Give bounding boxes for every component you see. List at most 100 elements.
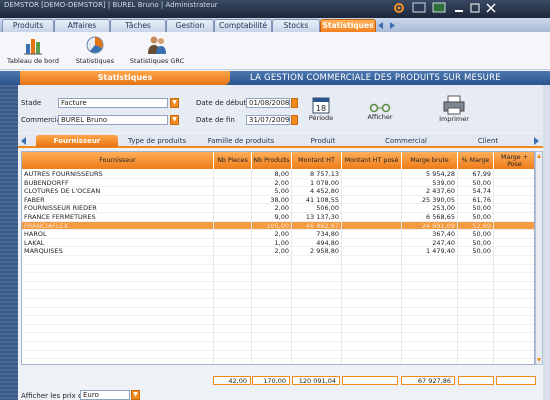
screen-icon[interactable] [412,2,426,14]
maximize-icon[interactable] [468,2,482,14]
table-cell [494,213,534,222]
monitor-icon[interactable] [432,2,446,14]
table-cell-empty [494,308,534,317]
table-cell [342,178,402,188]
table-cell-empty [458,273,494,282]
stade-dropdown-icon[interactable]: ▼ [170,98,179,108]
tab-type-produits[interactable]: Type de produits [122,135,192,147]
tab-client[interactable]: Client [456,135,520,147]
col-pct-marge[interactable]: % Marge [458,152,494,169]
tab-scroll-right-icon[interactable] [388,21,397,30]
table-row[interactable]: FRANCIAFLEX 105,00 46 862,87 24 691,09 52,69 [22,221,534,231]
table-cell-empty [342,299,402,308]
table-row[interactable]: HAROL 2,00 734,80 367,40 50,00 [22,230,534,239]
total-montant-ht-pose [342,376,398,385]
table-cell-empty [494,290,534,299]
tab-affaires[interactable]: Affaires [54,19,110,33]
tab-gestion[interactable]: Gestion [166,19,214,33]
currency-dropdown-icon[interactable]: ▼ [131,390,140,400]
col-nb-pieces[interactable]: Nb Pieces [214,152,252,169]
table-row-empty [22,273,534,282]
col-montant-ht[interactable]: Montant HT [292,152,342,169]
print-button[interactable]: Imprimer [436,95,472,128]
tab-produits[interactable]: Produits [2,19,54,33]
tab-famille-produits[interactable]: Famille de produits [196,135,286,147]
table-cell [214,221,252,231]
currency-select[interactable]: Euro [80,390,130,400]
table-row-empty [22,264,534,274]
tab-stocks[interactable]: Stocks [272,19,320,33]
table-cell-empty [494,351,534,360]
table-cell-empty [214,342,252,351]
table-cell: FABER [22,195,214,205]
table-cell-empty [252,342,292,351]
table-row[interactable]: BUBENDORFF 2,00 1 078,00 539,00 50,00 [22,178,534,188]
table-row-empty [22,281,534,291]
col-montant-ht-pose[interactable]: Montant HT posé [342,152,402,169]
table-row[interactable]: FOURNISSEUR RIEDER 2,00 506,00 253,00 50,00 [22,204,534,213]
table-cell-empty [458,333,494,342]
table-cell-empty [402,350,458,360]
subtab-scroll-right-icon[interactable] [532,137,540,145]
table-cell-empty [214,307,252,317]
col-marge-pose[interactable]: Marge + Pose [494,152,534,169]
table-cell-empty [252,359,292,364]
table-scrollbar[interactable] [535,151,543,365]
stade-select[interactable]: Facture [58,98,168,108]
tab-commercial[interactable]: Commercial [360,135,452,147]
table-cell: FRANCIAFLEX [22,221,214,231]
table-cell-empty [214,299,252,308]
col-marge-brute[interactable]: Marge brute [402,152,458,169]
table-cell-empty [342,256,402,265]
subtab-scroll-left-icon[interactable] [20,137,28,145]
table-cell [494,204,534,213]
show-button[interactable]: Afficher [362,103,398,128]
table-cell-empty [402,333,458,342]
table-cell: 50,00 [458,178,494,188]
tab-statistiques[interactable]: Statistiques [320,19,376,33]
table-row[interactable]: MARQUISES 2,00 2 958,80 1 479,40 50,00 [22,247,534,256]
statistics-grc-button[interactable]: Statistiques GRC [128,34,186,65]
tab-produit[interactable]: Produit [290,135,356,147]
table-row[interactable]: AUTRES FOURNISSEURS 8,00 8 757,13 5 954,28 6… [22,170,534,179]
tab-comptabilite[interactable]: Comptabilité [214,19,272,33]
table-cell [214,170,252,179]
data-table: Fournisseur Nb Pieces Nb Produits Montan… [21,151,535,365]
glasses-icon [369,103,391,113]
table-row[interactable]: CLOTURES DE L'OCEAN 5,00 4 452,80 2 437,60 5… [22,187,534,196]
date-end-field[interactable]: 31/07/2009 [246,115,290,125]
commercial-select[interactable]: BUREL Bruno [58,115,168,125]
table-cell [214,187,252,196]
col-fournisseur[interactable]: Fournisseur [22,152,214,169]
table-cell: 50,00 [458,213,494,222]
minimize-icon[interactable] [452,2,466,14]
table-cell: BUBENDORFF [22,178,214,188]
date-end-spinner[interactable] [291,115,298,125]
dashboard-button[interactable]: Tableau de bord [4,34,62,65]
table-cell [214,213,252,222]
date-start-spinner[interactable] [291,98,298,108]
table-row[interactable]: FABER 38,00 41 108,55 25 390,05 61,76 [22,195,534,205]
table-row[interactable]: FRANCE FERMETURES 9,00 13 137,30 6 568,65 50… [22,213,534,222]
date-start-field[interactable]: 01/08/2008 [246,98,290,108]
tab-taches[interactable]: Tâches [110,19,166,33]
table-cell-empty [342,290,402,299]
period-button[interactable]: 18 Période [306,96,336,128]
table-row-empty [22,290,534,299]
table-cell: 61,76 [458,195,494,205]
table-cell-empty [252,333,292,342]
close-icon[interactable] [484,2,498,14]
settings-icon[interactable] [392,2,406,14]
col-nb-produits[interactable]: Nb Produits [252,152,292,169]
table-cell-empty [252,350,292,360]
commercial-dropdown-icon[interactable]: ▼ [170,115,179,125]
table-cell-empty [494,282,534,291]
statistics-button[interactable]: Statistiques [72,34,118,65]
table-cell: 2 958,80 [292,247,342,256]
tab-fournisseur[interactable]: Fournisseur [36,135,118,147]
table-row[interactable]: LAKAL 1,00 494,80 247,40 50,00 [22,238,534,248]
table-cell: AUTRES FOURNISSEURS [22,170,214,179]
tab-scroll-left-icon[interactable] [376,21,385,30]
table-row-empty [22,299,534,308]
table-cell: 105,00 [252,221,292,231]
